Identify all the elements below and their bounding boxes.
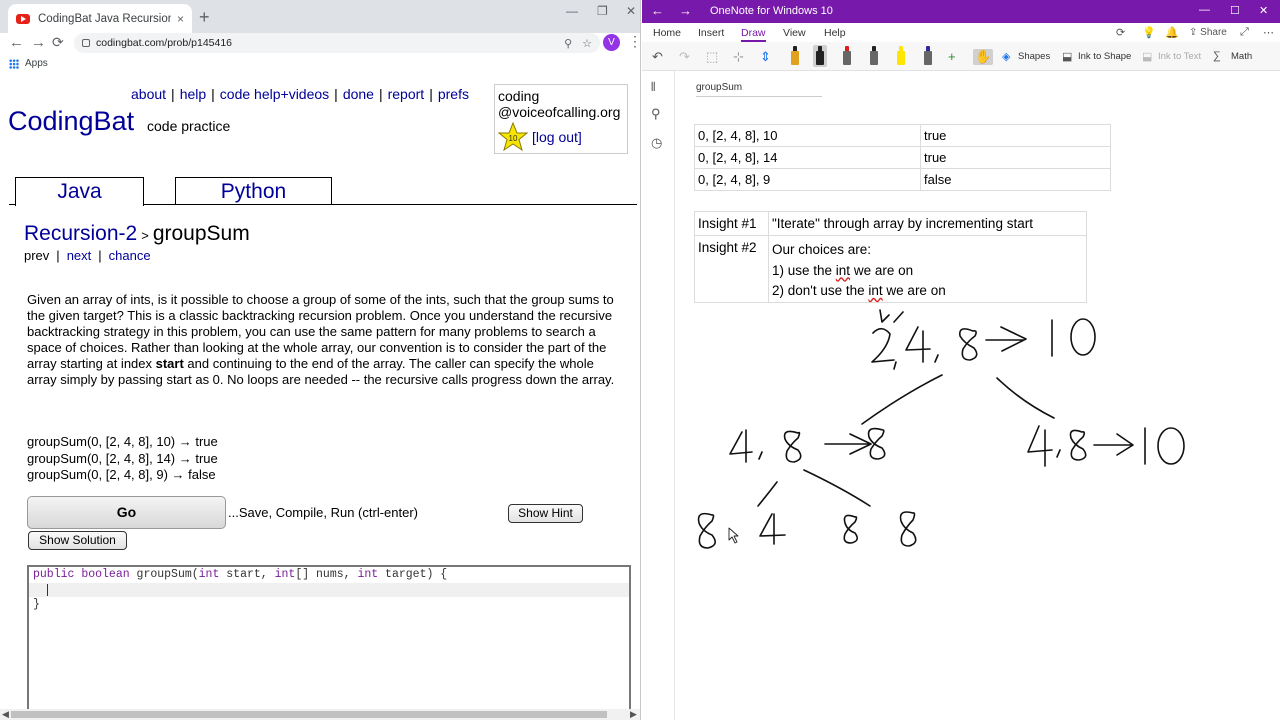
mouse-cursor-icon: [728, 527, 739, 544]
zoom-icon[interactable]: ⚲: [564, 37, 572, 50]
new-tab-button[interactable]: +: [199, 7, 210, 28]
show-solution-button[interactable]: Show Solution: [28, 531, 127, 550]
browser-tab-codingbat[interactable]: CodingBat Java Recursion-2 gro... ×: [8, 4, 192, 33]
breadcrumb-section[interactable]: Recursion-2: [24, 222, 137, 245]
nav-prefs[interactable]: prefs: [438, 86, 469, 102]
problem-subnav: prev | next | chance: [24, 248, 151, 263]
ink-left-arrow: [824, 433, 872, 455]
problem-title: groupSum: [152, 222, 250, 245]
ink-bottom-8-b: [843, 514, 859, 544]
scrollbar-thumb[interactable]: [11, 711, 607, 718]
user-line-2: @voiceofcalling.org: [498, 104, 621, 120]
scroll-left-icon[interactable]: ◀: [2, 709, 9, 720]
nav-done[interactable]: done: [343, 86, 374, 102]
example-3: groupSum(0, [2, 4, 8], 9) → false: [27, 467, 216, 482]
user-box: coding @voiceofcalling.org 10 [log out]: [494, 84, 628, 154]
nav-report[interactable]: report: [388, 86, 425, 102]
ink-sub-branch-left: [757, 481, 778, 507]
back-button[interactable]: ←: [9, 34, 24, 51]
go-hint: ...Save, Compile, Run (ctrl-enter): [228, 505, 419, 520]
profile-avatar[interactable]: V: [603, 34, 620, 51]
nav-prev[interactable]: prev: [24, 248, 49, 263]
minimize-button[interactable]: —: [566, 4, 578, 18]
text-cursor: [47, 584, 48, 596]
examples-list: groupSum(0, [2, 4, 8], 10) → true groupS…: [27, 434, 218, 484]
nav-code-help-videos[interactable]: code help+videos: [220, 86, 329, 102]
tab-python[interactable]: Python: [175, 177, 332, 205]
ink-digit-2: [871, 327, 895, 363]
ink-digit-0: [1070, 318, 1096, 356]
code-line-1: public boolean groupSum(int start, int[]…: [33, 568, 448, 581]
codingbat-logo[interactable]: CodingBat: [8, 106, 134, 137]
ink-bottom-8-c: [899, 511, 917, 547]
chrome-menu-icon[interactable]: ⋮: [628, 33, 640, 50]
problem-description: Given an array of ints, is it possible t…: [27, 292, 615, 387]
browser-toolbar: ← → ⟳ codingbat.com/prob/p145416 ⚲ ☆ V ⋮: [0, 33, 640, 55]
ink-digit-8: [958, 328, 978, 361]
ink-branch-right: [996, 377, 1055, 419]
logout-link[interactable]: [log out]: [532, 129, 582, 145]
logo-subtitle: code practice: [147, 118, 231, 134]
horizontal-scrollbar[interactable]: ◀ ▶: [0, 709, 640, 720]
reload-button[interactable]: ⟳: [52, 34, 64, 51]
tab-java[interactable]: Java: [15, 177, 144, 206]
ink-sub-branch-right: [803, 469, 871, 507]
ink-bottom-8-a: [697, 512, 716, 549]
ink-right-arrow: [1093, 433, 1134, 456]
youtube-favicon-icon: [16, 13, 30, 24]
chrome-window: CodingBat Java Recursion-2 gro... × + — …: [0, 0, 641, 720]
ink-digit-4: [905, 326, 931, 363]
tab-close-icon[interactable]: ×: [177, 12, 184, 26]
nav-help[interactable]: help: [180, 86, 206, 102]
ink-check-marks: [879, 309, 904, 323]
active-tab-gap: [16, 203, 143, 206]
url-text: codingbat.com/prob/p145416: [96, 37, 233, 49]
ink-left-digit-4: [729, 429, 753, 463]
star-badge-icon: 10: [498, 122, 528, 152]
example-2: groupSum(0, [2, 4, 8], 14) → true: [27, 450, 218, 466]
ink-right-digit-4: [1027, 425, 1053, 467]
bookmark-apps[interactable]: Apps: [25, 58, 48, 69]
nav-about[interactable]: about: [131, 86, 166, 102]
address-bar[interactable]: codingbat.com/prob/p145416 ⚲ ☆: [74, 33, 600, 53]
lock-icon: [82, 39, 90, 47]
scroll-right-icon[interactable]: ▶: [630, 709, 637, 720]
go-button[interactable]: Go: [27, 496, 226, 529]
tab-strip: CodingBat Java Recursion-2 gro... × + — …: [0, 0, 640, 33]
nav-chance[interactable]: chance: [109, 248, 151, 263]
ink-drawing[interactable]: [642, 0, 1280, 720]
code-editor[interactable]: public boolean groupSum(int start, int[]…: [27, 565, 631, 715]
top-nav: about | help | code help+videos | done | report |…: [131, 86, 469, 102]
onenote-window: ← → OneNote for Windows 10 — ☐ ✕ Home In…: [642, 0, 1280, 720]
close-window-button[interactable]: ✕: [626, 4, 636, 18]
nav-next[interactable]: next: [67, 248, 92, 263]
ink-arrow: [985, 326, 1027, 352]
forward-button[interactable]: →: [31, 34, 46, 51]
breadcrumb: Recursion-2 > groupSum: [24, 222, 250, 245]
ink-bottom-4: [759, 513, 786, 545]
apps-grid-icon: [9, 58, 19, 69]
ink-branch-left: [861, 374, 943, 425]
code-line-3: }: [33, 598, 40, 611]
ink-right-digit-0: [1157, 427, 1185, 465]
star-count: 10: [509, 134, 518, 143]
active-line-highlight: [29, 583, 629, 597]
example-1: groupSum(0, [2, 4, 8], 10) → true: [27, 434, 218, 449]
codingbat-page: about | help | code help+videos | done | report |…: [0, 72, 640, 720]
restore-button[interactable]: ❐: [597, 4, 608, 18]
bookmark-star-icon[interactable]: ☆: [582, 37, 592, 50]
show-hint-button[interactable]: Show Hint: [508, 504, 583, 523]
tab-title: CodingBat Java Recursion-2 gro...: [38, 12, 171, 25]
user-line-1: coding: [498, 88, 540, 104]
bookmarks-bar: Apps: [0, 55, 640, 72]
